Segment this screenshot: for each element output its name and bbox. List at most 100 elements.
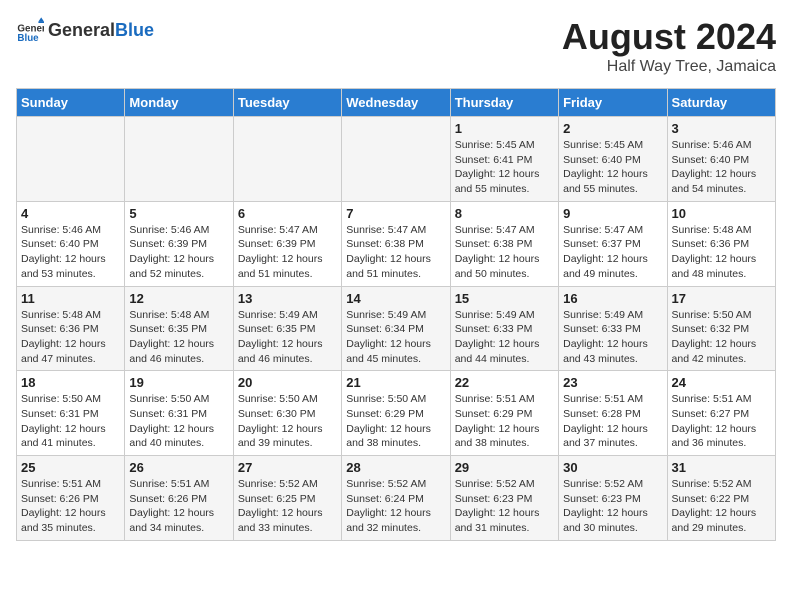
- day-info: Sunrise: 5:50 AM Sunset: 6:32 PM Dayligh…: [672, 308, 771, 367]
- calendar-cell: 6 Sunrise: 5:47 AM Sunset: 6:39 PM Daylig…: [233, 201, 341, 286]
- calendar-cell: 9 Sunrise: 5:47 AM Sunset: 6:37 PM Daylig…: [559, 201, 667, 286]
- calendar-cell: 22Sunrise: 5:51 AM Sunset: 6:29 PM Dayli…: [450, 371, 558, 456]
- day-info: Sunrise: 5:47 AM Sunset: 6:39 PM Dayligh…: [238, 223, 337, 282]
- day-info: Sunrise: 5:51 AM Sunset: 6:28 PM Dayligh…: [563, 392, 662, 451]
- calendar-cell: 15 Sunrise: 5:49 AM Sunset: 6:33 PM Dayli…: [450, 286, 558, 371]
- day-info: Sunrise: 5:45 AM Sunset: 6:41 PM Dayligh…: [455, 138, 554, 197]
- day-number: 6: [238, 206, 337, 221]
- day-number: 20: [238, 375, 337, 390]
- day-info: Sunrise: 5:51 AM Sunset: 6:26 PM Dayligh…: [129, 477, 228, 536]
- day-header-sunday: Sunday: [17, 89, 125, 117]
- day-number: 12: [129, 291, 228, 306]
- day-info: Sunrise: 5:49 AM Sunset: 6:33 PM Dayligh…: [455, 308, 554, 367]
- calendar-week-1: 1Sunrise: 5:45 AM Sunset: 6:41 PM Daylig…: [17, 117, 776, 202]
- calendar-cell: 18 Sunrise: 5:50 AM Sunset: 6:31 PM Dayli…: [17, 371, 125, 456]
- day-info: Sunrise: 5:47 AM Sunset: 6:38 PM Dayligh…: [346, 223, 445, 282]
- day-number: 13: [238, 291, 337, 306]
- calendar-cell: [17, 117, 125, 202]
- day-info: Sunrise: 5:46 AM Sunset: 6:39 PM Dayligh…: [129, 223, 228, 282]
- day-number: 18: [21, 375, 120, 390]
- day-header-thursday: Thursday: [450, 89, 558, 117]
- day-number: 7: [346, 206, 445, 221]
- svg-text:Blue: Blue: [17, 33, 39, 44]
- sub-title: Half Way Tree, Jamaica: [562, 58, 776, 76]
- calendar-table: SundayMondayTuesdayWednesdayThursdayFrid…: [16, 88, 776, 541]
- calendar-cell: 16Sunrise: 5:49 AM Sunset: 6:33 PM Dayli…: [559, 286, 667, 371]
- day-number: 23: [563, 375, 662, 390]
- day-number: 5: [129, 206, 228, 221]
- calendar-week-2: 4Sunrise: 5:46 AM Sunset: 6:40 PM Daylig…: [17, 201, 776, 286]
- calendar-cell: 12Sunrise: 5:48 AM Sunset: 6:35 PM Dayli…: [125, 286, 233, 371]
- calendar-cell: 7 Sunrise: 5:47 AM Sunset: 6:38 PM Daylig…: [342, 201, 450, 286]
- calendar-cell: 28 Sunrise: 5:52 AM Sunset: 6:24 PM Dayli…: [342, 456, 450, 541]
- calendar-cell: 8Sunrise: 5:47 AM Sunset: 6:38 PM Daylig…: [450, 201, 558, 286]
- day-info: Sunrise: 5:46 AM Sunset: 6:40 PM Dayligh…: [672, 138, 771, 197]
- calendar-cell: 26 Sunrise: 5:51 AM Sunset: 6:26 PM Dayli…: [125, 456, 233, 541]
- day-number: 26: [129, 460, 228, 475]
- day-header-wednesday: Wednesday: [342, 89, 450, 117]
- logo-icon: General Blue: [16, 16, 44, 44]
- main-title: August 2024: [562, 16, 776, 58]
- day-number: 16: [563, 291, 662, 306]
- day-info: Sunrise: 5:50 AM Sunset: 6:31 PM Dayligh…: [21, 392, 120, 451]
- calendar-cell: [342, 117, 450, 202]
- calendar-cell: 27Sunrise: 5:52 AM Sunset: 6:25 PM Dayli…: [233, 456, 341, 541]
- day-info: Sunrise: 5:49 AM Sunset: 6:34 PM Dayligh…: [346, 308, 445, 367]
- calendar-cell: 23 Sunrise: 5:51 AM Sunset: 6:28 PM Dayli…: [559, 371, 667, 456]
- day-info: Sunrise: 5:49 AM Sunset: 6:35 PM Dayligh…: [238, 308, 337, 367]
- day-number: 2: [563, 121, 662, 136]
- day-number: 15: [455, 291, 554, 306]
- header: General Blue GeneralBlue August 2024 Hal…: [16, 16, 776, 76]
- calendar-week-5: 25 Sunrise: 5:51 AM Sunset: 6:26 PM Dayli…: [17, 456, 776, 541]
- day-info: Sunrise: 5:52 AM Sunset: 6:24 PM Dayligh…: [346, 477, 445, 536]
- day-number: 3: [672, 121, 771, 136]
- day-info: Sunrise: 5:51 AM Sunset: 6:26 PM Dayligh…: [21, 477, 120, 536]
- day-info: Sunrise: 5:50 AM Sunset: 6:29 PM Dayligh…: [346, 392, 445, 451]
- calendar-cell: 2 Sunrise: 5:45 AM Sunset: 6:40 PM Daylig…: [559, 117, 667, 202]
- logo: General Blue GeneralBlue: [16, 16, 154, 44]
- day-info: Sunrise: 5:48 AM Sunset: 6:36 PM Dayligh…: [672, 223, 771, 282]
- day-number: 17: [672, 291, 771, 306]
- calendar-cell: 1Sunrise: 5:45 AM Sunset: 6:41 PM Daylig…: [450, 117, 558, 202]
- day-number: 30: [563, 460, 662, 475]
- day-header-friday: Friday: [559, 89, 667, 117]
- calendar-cell: 4Sunrise: 5:46 AM Sunset: 6:40 PM Daylig…: [17, 201, 125, 286]
- day-info: Sunrise: 5:51 AM Sunset: 6:27 PM Dayligh…: [672, 392, 771, 451]
- day-number: 10: [672, 206, 771, 221]
- day-number: 8: [455, 206, 554, 221]
- calendar-cell: 30 Sunrise: 5:52 AM Sunset: 6:23 PM Dayli…: [559, 456, 667, 541]
- day-info: Sunrise: 5:52 AM Sunset: 6:22 PM Dayligh…: [672, 477, 771, 536]
- calendar-cell: 3 Sunrise: 5:46 AM Sunset: 6:40 PM Daylig…: [667, 117, 775, 202]
- day-number: 14: [346, 291, 445, 306]
- calendar-cell: 10 Sunrise: 5:48 AM Sunset: 6:36 PM Dayli…: [667, 201, 775, 286]
- calendar-week-3: 11Sunrise: 5:48 AM Sunset: 6:36 PM Dayli…: [17, 286, 776, 371]
- calendar-cell: 21Sunrise: 5:50 AM Sunset: 6:29 PM Dayli…: [342, 371, 450, 456]
- calendar-week-4: 18 Sunrise: 5:50 AM Sunset: 6:31 PM Dayli…: [17, 371, 776, 456]
- calendar-cell: 31Sunrise: 5:52 AM Sunset: 6:22 PM Dayli…: [667, 456, 775, 541]
- day-number: 4: [21, 206, 120, 221]
- day-info: Sunrise: 5:50 AM Sunset: 6:30 PM Dayligh…: [238, 392, 337, 451]
- calendar-cell: 19 Sunrise: 5:50 AM Sunset: 6:31 PM Dayli…: [125, 371, 233, 456]
- day-number: 29: [455, 460, 554, 475]
- day-number: 9: [563, 206, 662, 221]
- day-info: Sunrise: 5:50 AM Sunset: 6:31 PM Dayligh…: [129, 392, 228, 451]
- day-number: 28: [346, 460, 445, 475]
- day-number: 27: [238, 460, 337, 475]
- day-info: Sunrise: 5:52 AM Sunset: 6:23 PM Dayligh…: [563, 477, 662, 536]
- calendar-header-row: SundayMondayTuesdayWednesdayThursdayFrid…: [17, 89, 776, 117]
- day-number: 25: [21, 460, 120, 475]
- calendar-cell: 11Sunrise: 5:48 AM Sunset: 6:36 PM Dayli…: [17, 286, 125, 371]
- calendar-cell: 5 Sunrise: 5:46 AM Sunset: 6:39 PM Daylig…: [125, 201, 233, 286]
- day-number: 11: [21, 291, 120, 306]
- day-info: Sunrise: 5:51 AM Sunset: 6:29 PM Dayligh…: [455, 392, 554, 451]
- calendar-cell: 14 Sunrise: 5:49 AM Sunset: 6:34 PM Dayli…: [342, 286, 450, 371]
- calendar-cell: [125, 117, 233, 202]
- calendar-cell: [233, 117, 341, 202]
- calendar-cell: 29Sunrise: 5:52 AM Sunset: 6:23 PM Dayli…: [450, 456, 558, 541]
- calendar-cell: 20 Sunrise: 5:50 AM Sunset: 6:30 PM Dayli…: [233, 371, 341, 456]
- day-info: Sunrise: 5:47 AM Sunset: 6:37 PM Dayligh…: [563, 223, 662, 282]
- day-number: 19: [129, 375, 228, 390]
- day-info: Sunrise: 5:45 AM Sunset: 6:40 PM Dayligh…: [563, 138, 662, 197]
- title-area: August 2024 Half Way Tree, Jamaica: [562, 16, 776, 76]
- calendar-cell: 24Sunrise: 5:51 AM Sunset: 6:27 PM Dayli…: [667, 371, 775, 456]
